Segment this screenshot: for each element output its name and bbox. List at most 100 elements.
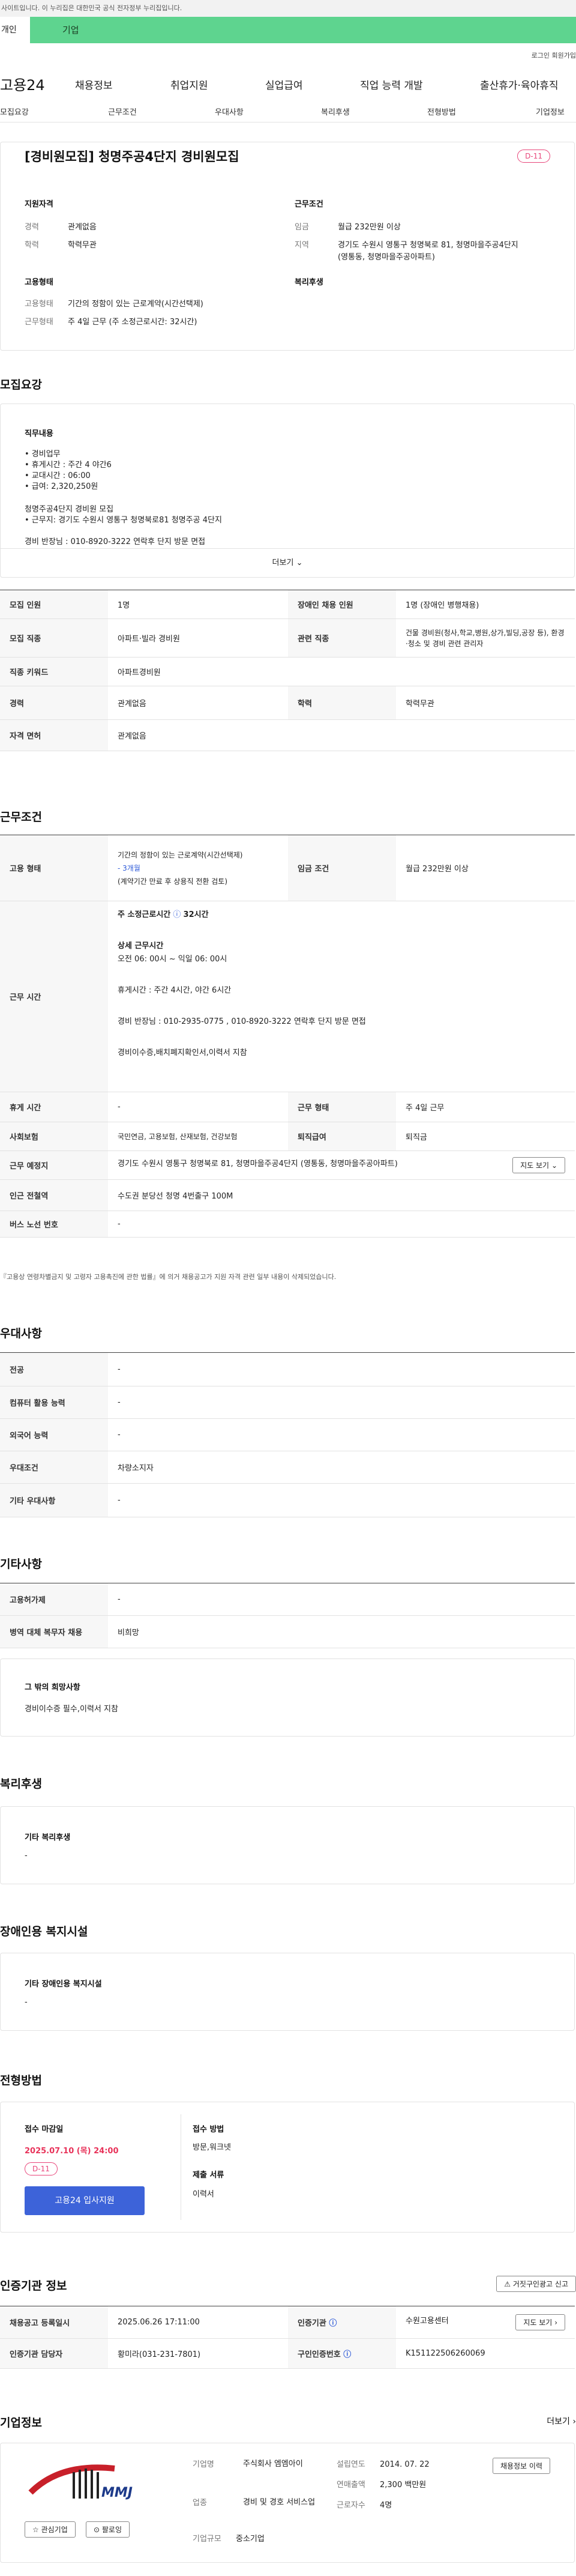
company-section-title: 기업정보 (0, 2416, 42, 2429)
company-more-link[interactable]: 더보기 › (547, 2415, 576, 2427)
dday-badge: D-11 (517, 150, 550, 163)
employment-type-field: 고용형태 기간의 정함이 있는 근로계약(시간선택제) (25, 300, 203, 309)
map-button[interactable]: 지도 보기 › (515, 2314, 565, 2330)
welfare-section-title: 복리후생 (0, 1777, 42, 1791)
subnav-recruit[interactable]: 모집요강 (0, 106, 29, 117)
gov-notice-bar: 사이트입니다. 이 누리집은 대한민국 공식 전자정부 누리집입니다. (0, 0, 576, 17)
chevron-down-icon: ⌄ (551, 1161, 557, 1170)
table-row: 고용 형태 기간의 정함이 있는 근로계약(시간선택제) - 3개월 (계약기간… (0, 835, 575, 901)
deadline-value: 2025.07.10 (목) 24:00 (25, 2147, 119, 2156)
chevron-down-icon: ⌄ (296, 558, 303, 567)
chevron-right-icon: › (554, 2318, 557, 2327)
gnb-menu-unemployment[interactable]: 실업급여 (265, 77, 303, 92)
duty-line: • 급여: 2,320,250원 (25, 482, 98, 491)
employment-heading: 고용형태 (25, 278, 53, 287)
work-type-field: 근무형태 주 4일 근무 (주 소정근로시간: 32시간) (25, 318, 197, 327)
company-logo: MMJ (25, 2457, 145, 2508)
hiring-history-button[interactable]: 채용정보 이력 (492, 2458, 550, 2474)
work-heading: 근무조건 (295, 200, 323, 209)
career-field: 경력 관계없음 (25, 223, 97, 232)
disability-box: 기타 장애인용 복지시설 - (0, 1953, 575, 2031)
table-row: 외국어 능력 - (0, 1418, 575, 1451)
login-link[interactable]: 로그인 (532, 50, 550, 60)
info-icon[interactable]: ⓘ (343, 2350, 351, 2359)
welfare-heading: 복리후생 (295, 278, 323, 287)
gnb-menu-training[interactable]: 직업 능력 개발 (360, 77, 423, 92)
recruit-table: 모집 인원 1명 장애인 채용 인원 1명 (장애인 병행채용) 모집 직종 아파트·… (0, 590, 575, 751)
company-box: MMJ ☆ 관심기업 ⊙ 팔로잉 기업명 주식회사 엠엠아이 업종 경비 및 경… (0, 2443, 575, 2563)
utility-links: 로그인 회원가입 (0, 43, 576, 65)
area-field-line2: (영통동, 청명마을주공아파트) (338, 253, 435, 262)
welfare-box: 기타 복리후생 - (0, 1806, 575, 1884)
dday-badge: D-11 (25, 2162, 58, 2175)
education-field: 학력 학력무관 (25, 241, 97, 250)
table-row: 병역 대체 복무자 채용 비희망 (0, 1615, 575, 1648)
duty-contact: 경비 반장님 : 010-8920-3222 연락후 단지 방문 면접 (25, 537, 206, 546)
map-button[interactable]: 지도 보기 ⌄ (512, 1157, 565, 1173)
apply-button[interactable]: 고용24 입사지원 (25, 2186, 145, 2215)
prefer-section-title: 우대사항 (0, 1327, 42, 1340)
favorite-company-button[interactable]: ☆ 관심기업 (25, 2521, 76, 2538)
table-row: 모집 인원 1명 장애인 채용 인원 1명 (장애인 병행채용) (0, 590, 575, 619)
table-row: 모집 직종 아파트·빌라 경비원 관련 직종 건물 경비원(청사,학교,병원,상가,… (0, 618, 575, 658)
subnav-prefer[interactable]: 우대사항 (215, 106, 244, 117)
agency-table: 채용공고 등록일시 2025.06.26 17:11:00 인증기관 ⓘ 수원고용… (0, 2306, 575, 2369)
tab-person[interactable]: 개인 (0, 17, 30, 43)
work-table: 고용 형태 기간의 정함이 있는 근로계약(시간선택제) - 3개월 (계약기간… (0, 835, 575, 1238)
qual-heading: 지원자격 (25, 200, 53, 209)
etc-section-title: 기타사항 (0, 1558, 42, 1571)
table-row: 직종 키워드 아파트경비원 (0, 657, 575, 686)
alert-icon: ⚠ (504, 2280, 511, 2288)
info-icon[interactable]: ⓘ (329, 2319, 337, 2328)
table-row: 자격 면허 관계없음 (0, 719, 575, 751)
user-type-tabs: 개인 기업 (0, 17, 576, 43)
table-row: 컴퓨터 활용 능력 - (0, 1386, 575, 1419)
method-value: 방문,워크넷 (193, 2143, 231, 2152)
more-button[interactable]: 더보기 ⌄ (1, 548, 574, 577)
site-logo[interactable]: 고용24 (0, 73, 45, 94)
gnb-menu-support[interactable]: 취업지원 (170, 77, 208, 92)
agency-section-title: 인증기관 정보 (0, 2279, 67, 2293)
section-nav: 모집요강 근무조건 우대사항 복리후생 전형방법 기업정보 (0, 101, 576, 122)
table-row: 사회보험 국민연금, 고용보험, 산재보험, 건강보험 퇴직급여 퇴직금 (0, 1122, 575, 1151)
legal-note: 『고용상 연령차별금지 및 고령자 고용촉진에 관한 법률』에 의거 채용공고가… (0, 1273, 337, 1281)
recruit-section-title: 모집요강 (0, 378, 42, 392)
duty-line: 청명주공4단지 경비원 모집 (25, 505, 114, 514)
area-field: 지역 경기도 수원시 영통구 청명북로 81, 청명마을주공4단지 (295, 241, 518, 250)
join-link[interactable]: 회원가입 (552, 50, 576, 60)
gnb-menu-leave[interactable]: 출산휴가·육아휴직 (480, 77, 559, 92)
disability-section-title: 장애인용 복지시설 (0, 1925, 88, 1938)
subnav-welfare[interactable]: 복리후생 (321, 106, 350, 117)
duty-line: • 휴게시간 : 주간 4 야간6 (25, 461, 112, 470)
company-name-field: 기업명 (193, 2460, 214, 2469)
table-row: 경력 관계없음 학력 학력무관 (0, 686, 575, 720)
screen-section-title: 전형방법 (0, 2074, 42, 2087)
info-icon[interactable]: ⓘ (173, 910, 181, 919)
subnav-screening[interactable]: 전형방법 (427, 106, 456, 117)
tab-company[interactable]: 기업 (62, 17, 79, 43)
subnav-company[interactable]: 기업정보 (536, 106, 565, 117)
method-heading: 접수 방법 (193, 2125, 224, 2134)
work-section-title: 근무조건 (0, 811, 42, 824)
report-button[interactable]: ⚠ 거짓구인광고 신고 (496, 2276, 576, 2292)
screen-box: 접수 마감일 2025.07.10 (목) 24:00 D-11 고용24 입사… (0, 2102, 575, 2233)
table-row: 채용공고 등록일시 2025.06.26 17:11:00 인증기관 ⓘ 수원고용… (0, 2306, 575, 2339)
global-nav: 고용24 채용정보 취업지원 실업급여 직업 능력 개발 출산휴가·육아휴직 (0, 65, 576, 101)
subnav-work[interactable]: 근무조건 (108, 106, 137, 117)
duty-line: • 근무지: 경기도 수원시 영통구 청명북로81 청명주공 4단지 (25, 516, 222, 525)
check-icon: ⊙ (94, 2526, 100, 2534)
table-row: 전공 - (0, 1352, 575, 1386)
deadline-heading: 접수 마감일 (25, 2125, 64, 2134)
gnb-menu-jobs[interactable]: 채용정보 (75, 77, 113, 92)
table-row: 우대조건 차량소지자 (0, 1451, 575, 1484)
prefer-table: 전공 - 컴퓨터 활용 능력 - 외국어 능력 - 우대조건 차량소지자 기타 우대사항… (0, 1352, 575, 1517)
table-row: 근무 예정지 경기도 수원시 영통구 청명북로 81, 청명마을주공4단지 (영… (0, 1150, 575, 1180)
docs-heading: 제출 서류 (193, 2171, 224, 2180)
duty-card: 직무내용 • 경비업무 • 휴게시간 : 주간 4 야간6 • 교대시간 : 0… (0, 404, 575, 578)
follow-button[interactable]: ⊙ 팔로잉 (86, 2521, 130, 2538)
table-row: 인증기관 담당자 황미라(031-231-7801) 구인인증번호 ⓘ K1511… (0, 2338, 575, 2369)
table-row: 버스 노선 번호 - (0, 1211, 575, 1238)
duty-line: • 경비업무 (25, 450, 61, 459)
job-title: [경비원모집] 청명주공4단지 경비원모집 (25, 150, 239, 164)
table-row: 기타 우대사항 - (0, 1483, 575, 1517)
